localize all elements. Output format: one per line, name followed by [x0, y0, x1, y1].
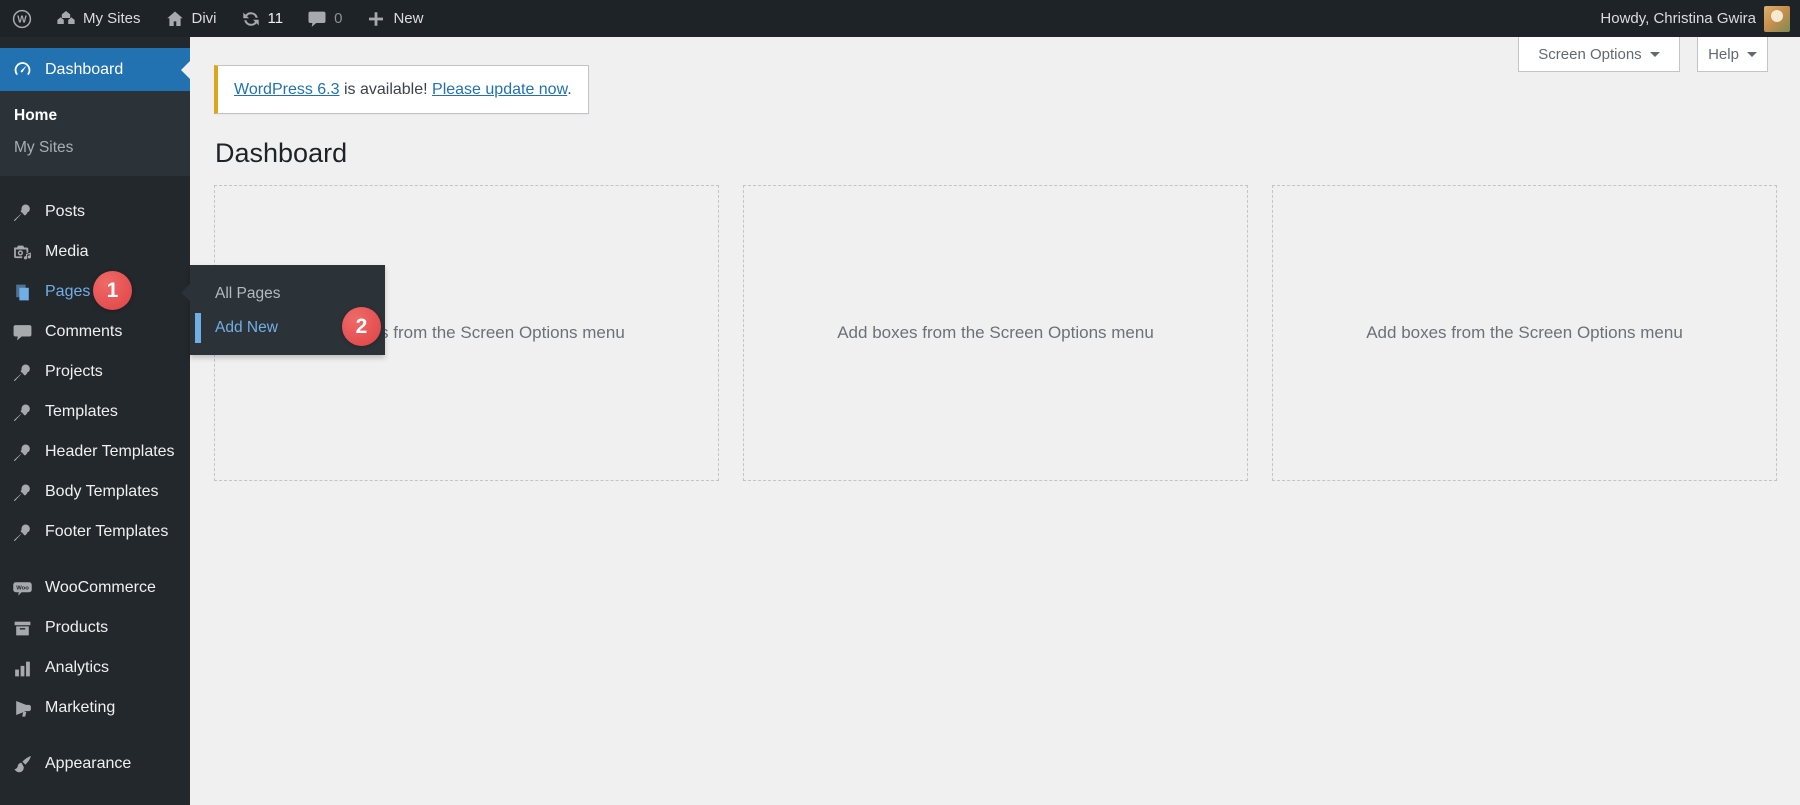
sidebar-item-projects[interactable]: Projects: [0, 352, 190, 392]
empty-widget-container: Add boxes from the Screen Options menu: [1272, 185, 1777, 481]
products-icon: [14, 621, 31, 635]
svg-text:W: W: [17, 14, 27, 25]
sidebar-item-comments[interactable]: Comments: [0, 312, 190, 352]
sidebar-item-label: Footer Templates: [45, 523, 169, 540]
sidebar-item-label: Header Templates: [45, 443, 175, 460]
updates-menu[interactable]: 11: [229, 0, 296, 37]
current-site-menu[interactable]: Divi: [153, 0, 229, 37]
bar-chart-icon: [15, 661, 30, 676]
sidebar-item-footer-templates[interactable]: Footer Templates: [0, 512, 190, 552]
annotation-step-badge-1: 1: [93, 271, 132, 310]
sidebar-item-posts[interactable]: Posts: [0, 192, 190, 232]
media-icon: [14, 245, 31, 259]
dashboard-gauge-icon: [14, 62, 31, 76]
pages-icon: [16, 284, 29, 300]
wordpress-version-link[interactable]: WordPress 6.3: [234, 81, 340, 98]
my-sites-label: My Sites: [83, 10, 141, 27]
sidebar-item-products[interactable]: Products: [0, 608, 190, 648]
submenu-item-home[interactable]: Home: [0, 100, 190, 132]
wordpress-logo-icon: W: [12, 9, 32, 28]
wordpress-admin-screen: W My Sites Divi 11 0 New Howdy, Christin…: [0, 0, 1800, 805]
sidebar-item-label: WooCommerce: [45, 579, 156, 596]
plus-icon: [369, 11, 384, 26]
admin-bar-left: W My Sites Divi 11 0 New: [0, 0, 435, 37]
comment-bubble-icon: [308, 11, 326, 27]
sidebar-item-appearance[interactable]: Appearance: [0, 744, 190, 784]
chevron-down-icon: [1649, 51, 1660, 62]
annotation-step-badge-2: 2: [342, 307, 381, 346]
sidebar-item-header-templates[interactable]: Header Templates: [0, 432, 190, 472]
sidebar-item-marketing[interactable]: Marketing: [0, 688, 190, 728]
my-sites-menu[interactable]: My Sites: [44, 0, 153, 37]
sidebar-item-label: Analytics: [45, 659, 110, 676]
pin-icon: [13, 404, 30, 421]
empty-widget-container: Add boxes from the Screen Options menu: [743, 185, 1248, 481]
new-label: New: [393, 10, 424, 27]
user-avatar[interactable]: [1764, 5, 1790, 32]
pin-icon: [13, 204, 30, 221]
pin-icon: [13, 484, 30, 501]
sidebar-item-label: Media: [45, 243, 89, 260]
new-content-menu[interactable]: New: [354, 0, 435, 37]
notice-text: is available!: [339, 80, 433, 98]
update-count: 11: [267, 10, 284, 27]
pin-icon: [13, 364, 30, 381]
page-title: Dashboard: [215, 138, 348, 168]
pin-icon: [13, 524, 30, 541]
flyout-item-label: All Pages: [215, 285, 281, 302]
menu-separator: [0, 728, 190, 744]
notice-suffix: .: [567, 80, 572, 98]
flyout-item-all-pages[interactable]: All Pages: [190, 277, 385, 311]
help-button[interactable]: Help: [1697, 37, 1768, 72]
screen-options-label: Screen Options: [1538, 45, 1642, 63]
update-nag-notice: WordPress 6.3 is available! Please updat…: [214, 65, 589, 114]
menu-separator: [0, 552, 190, 568]
sidebar-item-label: Templates: [45, 403, 118, 420]
site-name-label: Divi: [191, 10, 217, 27]
sidebar-item-templates[interactable]: Templates: [0, 392, 190, 432]
pin-icon: [13, 444, 30, 461]
help-label: Help: [1708, 45, 1739, 63]
sidebar-item-label: Marketing: [45, 699, 116, 716]
wordpress-logo-menu[interactable]: W: [0, 0, 44, 37]
screen-meta: Screen Options Help: [1518, 37, 1800, 72]
comments-icon: [13, 324, 32, 340]
sidebar-item-body-templates[interactable]: Body Templates: [0, 472, 190, 512]
comment-count: 0: [334, 10, 343, 27]
please-update-link[interactable]: Please update now: [432, 81, 567, 98]
screen-options-button[interactable]: Screen Options: [1518, 37, 1680, 72]
sidebar-item-label: Appearance: [45, 755, 132, 772]
current-item-bar: [195, 313, 201, 343]
sidebar-item-label: Posts: [45, 203, 86, 220]
sidebar-item-analytics[interactable]: Analytics: [0, 648, 190, 688]
sidebar-item-label: Products: [45, 619, 109, 636]
dashboard-widget-area: Add boxes from the Screen Options menu A…: [214, 185, 1777, 481]
update-icon: [242, 11, 259, 26]
flyout-item-label: Add New: [215, 319, 278, 336]
home-icon: [166, 11, 183, 26]
sidebar-item-label: Body Templates: [45, 483, 159, 500]
admin-bar-right: Howdy, Christina Gwira: [1600, 0, 1800, 37]
paintbrush-icon: [14, 755, 31, 772]
woocommerce-icon: Woo: [13, 581, 32, 596]
sidebar-item-dashboard[interactable]: Dashboard: [0, 48, 190, 91]
sidebar-item-media[interactable]: Media: [0, 232, 190, 272]
sidebar-item-label: Dashboard: [45, 60, 124, 78]
sidebar-item-woocommerce[interactable]: Woo WooCommerce: [0, 568, 190, 608]
admin-sidebar: Dashboard Home My Sites Posts Media Page…: [0, 37, 190, 805]
sidebar-item-label: Comments: [45, 323, 123, 340]
comments-menu[interactable]: 0: [295, 0, 354, 37]
sidebar-item-label: Pages: [45, 283, 91, 300]
sidebar-item-label: Projects: [45, 363, 103, 380]
submenu-item-my-sites[interactable]: My Sites: [0, 132, 190, 164]
megaphone-icon: [16, 700, 31, 717]
admin-bar: W My Sites Divi 11 0 New Howdy, Christin…: [0, 0, 1800, 37]
svg-text:Woo: Woo: [16, 585, 29, 591]
empty-container-text: Add boxes from the Screen Options menu: [837, 323, 1154, 342]
multisite-icon: [57, 10, 75, 24]
empty-container-text: Add boxes from the Screen Options menu: [1366, 323, 1683, 342]
chevron-down-icon: [1746, 51, 1757, 62]
howdy-account-menu[interactable]: Howdy, Christina Gwira: [1600, 10, 1756, 27]
dashboard-submenu: Home My Sites: [0, 91, 190, 176]
